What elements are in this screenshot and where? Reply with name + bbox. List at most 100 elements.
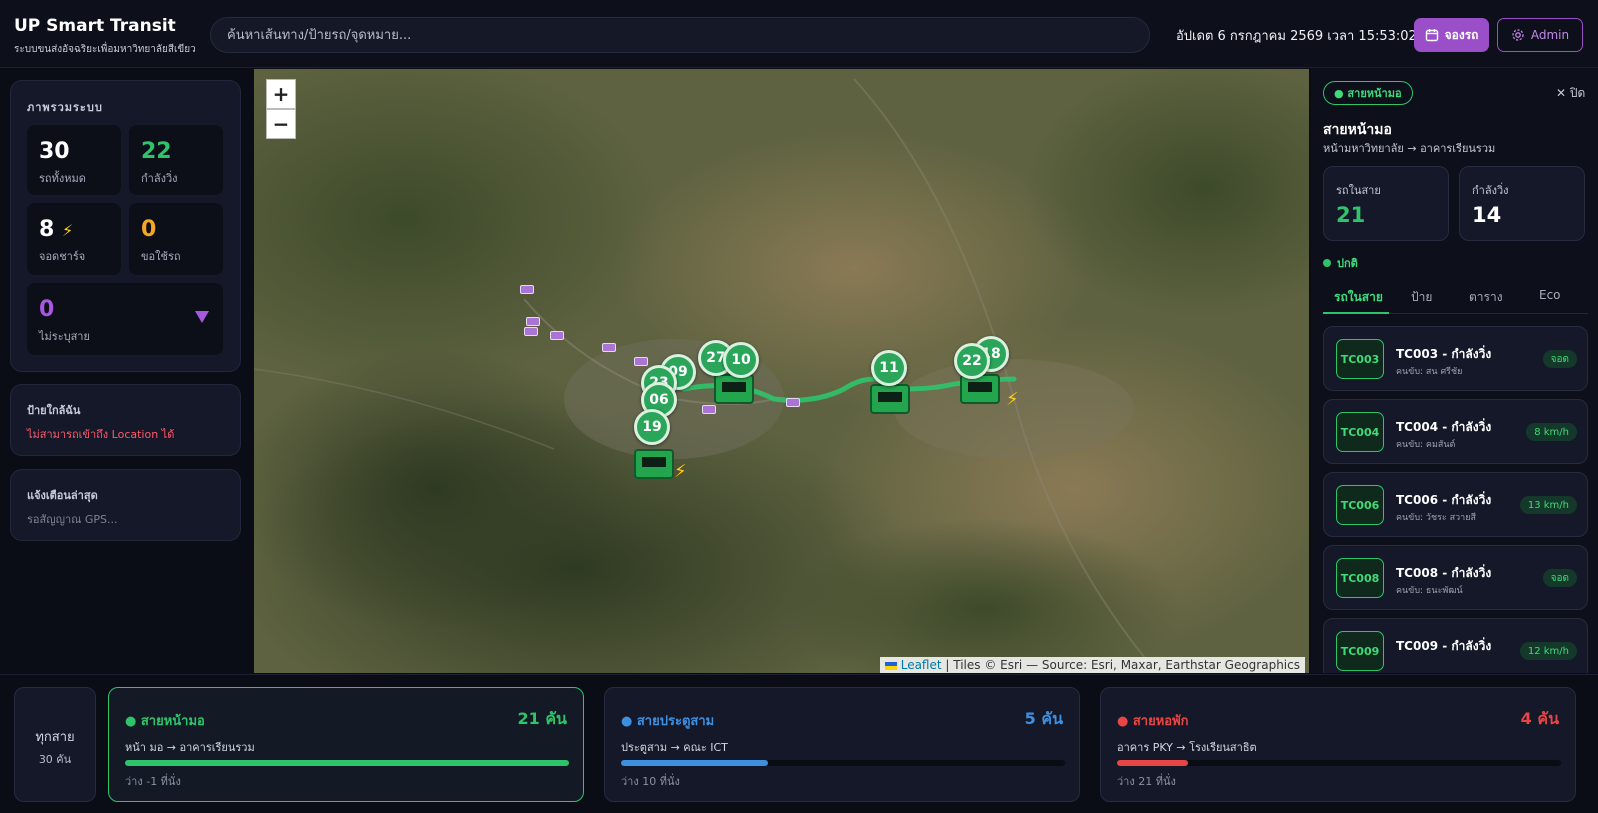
route-capacity-bar	[125, 760, 569, 766]
left-sidebar: ภาพรวมระบบ 30 รถทั้งหมด 22 กำลังวิ่ง 8 ⚡…	[0, 68, 252, 673]
bus-stop-marker[interactable]	[526, 317, 540, 326]
book-button-label: จองรถ	[1444, 27, 1479, 42]
vehicle-driver: คนขับ: สน ศรีชัย	[1396, 367, 1463, 377]
running-stat: กำลังวิ่ง 14	[1459, 166, 1585, 241]
alerts-title: แจ้งเตือนล่าสุด	[27, 489, 98, 502]
vehicle-status-badge: จอด	[1542, 569, 1577, 587]
triangle-down-icon	[195, 311, 209, 323]
lightning-icon: ⚡	[61, 221, 74, 240]
app-header: UP Smart Transit ระบบขนส่งอัจฉริยะเพื่อม…	[0, 0, 1598, 68]
routes-bar: ทุกสาย 30 คัน ● สายหน้ามอ 21 คัน หน้า มอ…	[0, 674, 1598, 813]
vehicle-title: TC009 - กำลังวิ่ง	[1396, 639, 1492, 653]
tab-eco[interactable]: Eco	[1539, 288, 1561, 302]
vehicle-code: TC009	[1336, 631, 1384, 671]
tab-schedule[interactable]: ตาราง	[1469, 288, 1503, 307]
stat-charging-label: จอดชาร์จ	[39, 250, 86, 263]
vehicle-card[interactable]: TC009 TC009 - กำลังวิ่ง 12 km/h	[1323, 618, 1588, 673]
book-vehicle-button[interactable]: จองรถ	[1414, 18, 1489, 52]
vehicle-card[interactable]: TC004 TC004 - กำลังวิ่ง คนขับ: คมสันต์ 8…	[1323, 399, 1588, 464]
bus-stop-marker[interactable]	[702, 405, 716, 414]
stat-charging-value: 8	[39, 217, 55, 242]
vehicle-marker[interactable]: 11	[871, 350, 907, 386]
vehicle-code: TC004	[1336, 412, 1384, 452]
vehicle-title: TC006 - กำลังวิ่ง	[1396, 493, 1492, 507]
bus-icon[interactable]	[634, 449, 674, 479]
map-view[interactable]: + − ⚡ ⚡ 09 27 10 23 06 19 11 18 22 Leafl…	[254, 69, 1309, 673]
stat-unassigned[interactable]: 0 ไม่ระบุสาย	[27, 283, 223, 355]
app-subtitle: ระบบขนส่งอัจฉริยะเพื่อมหาวิทยาลัยสีเขียว	[14, 44, 196, 55]
bus-icon[interactable]	[714, 374, 754, 404]
charging-station-icon[interactable]: ⚡	[674, 461, 687, 482]
last-updated-clock: อัปเดต 6 กรกฎาคม 2569 เวลา 15:53:02	[1176, 29, 1417, 44]
all-routes-count: 30 คัน	[38, 753, 72, 766]
route-seats: ว่าง 10 ที่นั่ง	[621, 775, 680, 788]
stat-requests: 0 ขอใช้รถ	[129, 203, 223, 275]
route-card-pratu-sam[interactable]: ● สายประตูสาม 5 คัน ประตูสาม → คณะ ICT ว…	[604, 687, 1080, 802]
vehicle-marker[interactable]: 22	[954, 343, 990, 379]
vehicle-card[interactable]: TC003 TC003 - กำลังวิ่ง คนขับ: สน ศรีชัย…	[1323, 326, 1588, 391]
vehicle-speed-badge: 12 km/h	[1519, 642, 1577, 660]
vehicle-card[interactable]: TC006 TC006 - กำลังวิ่ง คนขับ: วัชระ สวา…	[1323, 472, 1588, 537]
vehicle-marker[interactable]: 10	[723, 342, 759, 378]
bus-stop-marker[interactable]	[550, 331, 564, 340]
bus-stop-marker[interactable]	[786, 398, 800, 407]
bus-icon[interactable]	[870, 384, 910, 414]
route-capacity-fill	[621, 760, 768, 766]
vehicle-card[interactable]: TC008 TC008 - กำลังวิ่ง คนขับ: ธนะพัฒน์ …	[1323, 545, 1588, 610]
zoom-in-button[interactable]: +	[266, 79, 296, 109]
route-tabs: รถในสาย ป้าย ตาราง Eco	[1323, 280, 1588, 314]
stat-running-value: 22	[141, 139, 172, 164]
route-seats: ว่าง 21 ที่นั่ง	[1117, 775, 1176, 788]
nearby-title: ป้ายใกล้ฉัน	[27, 404, 81, 417]
route-name: ● สายประตูสาม	[621, 714, 715, 729]
route-vehicle-count: 4 คัน	[1520, 709, 1559, 728]
vehicle-title: TC008 - กำลังวิ่ง	[1396, 566, 1492, 580]
tab-vehicles[interactable]: รถในสาย	[1334, 288, 1383, 307]
vehicle-code: TC008	[1336, 558, 1384, 598]
leaflet-link[interactable]: Leaflet	[901, 658, 942, 672]
all-routes-card[interactable]: ทุกสาย 30 คัน	[14, 687, 96, 802]
vehicle-driver: คนขับ: วัชระ สวายสี	[1396, 513, 1476, 523]
route-capacity-fill	[1117, 760, 1189, 766]
bus-stop-marker[interactable]	[520, 285, 534, 294]
route-path: ประตูสาม → คณะ ICT	[621, 741, 728, 754]
stat-running: 22 กำลังวิ่ง	[129, 125, 223, 195]
bus-stop-marker[interactable]	[602, 343, 616, 352]
vehicle-marker[interactable]: 19	[634, 409, 670, 445]
route-card-na-mor[interactable]: ● สายหน้ามอ 21 คัน หน้า มอ → อาคารเรียนร…	[108, 687, 584, 802]
route-card-hor-phak[interactable]: ● สายหอพัก 4 คัน อาคาร PKY → โรงเรียนสาธ…	[1100, 687, 1576, 802]
in-route-value: 21	[1336, 203, 1366, 227]
ukraine-flag-icon	[884, 661, 897, 670]
route-name: ● สายหอพัก	[1117, 714, 1189, 729]
bus-stop-marker[interactable]	[634, 357, 648, 366]
bus-stop-marker[interactable]	[524, 327, 538, 336]
overview-card: ภาพรวมระบบ 30 รถทั้งหมด 22 กำลังวิ่ง 8 ⚡…	[10, 80, 241, 372]
vehicle-status-badge: จอด	[1542, 350, 1577, 368]
zoom-out-button[interactable]: −	[266, 109, 296, 139]
vehicle-code: TC006	[1336, 485, 1384, 525]
gear-icon	[1512, 29, 1524, 41]
stat-total: 30 รถทั้งหมด	[27, 125, 121, 195]
active-tab-indicator	[1323, 312, 1389, 314]
charging-station-icon[interactable]: ⚡	[1006, 389, 1019, 410]
bus-icon[interactable]	[960, 374, 1000, 404]
route-detail-panel: ● สายหน้ามอ ✕ ปิด สายหน้ามอ หน้ามหาวิทยา…	[1311, 68, 1598, 673]
in-route-label: รถในสาย	[1336, 184, 1381, 197]
tab-stops[interactable]: ป้าย	[1411, 288, 1432, 307]
search-input[interactable]	[210, 17, 1150, 53]
running-label: กำลังวิ่ง	[1472, 184, 1509, 197]
route-status-text: ปกติ	[1337, 257, 1358, 270]
admin-button[interactable]: Admin	[1497, 18, 1583, 52]
alerts-card: แจ้งเตือนล่าสุด รอสัญญาณ GPS...	[10, 469, 241, 541]
route-status: ปกติ	[1323, 254, 1358, 272]
admin-button-label: Admin	[1530, 28, 1570, 42]
route-vehicle-count: 5 คัน	[1024, 709, 1063, 728]
close-panel-button[interactable]: ✕ ปิด	[1556, 84, 1585, 103]
satellite-tiles	[254, 69, 1309, 673]
stat-unassigned-label: ไม่ระบุสาย	[39, 330, 90, 343]
vehicle-speed-badge: 8 km/h	[1526, 423, 1577, 441]
route-capacity-bar	[621, 760, 1065, 766]
route-seats: ว่าง -1 ที่นั่ง	[125, 775, 181, 788]
route-title: สายหน้ามอ	[1323, 122, 1392, 138]
route-capacity-bar	[1117, 760, 1561, 766]
